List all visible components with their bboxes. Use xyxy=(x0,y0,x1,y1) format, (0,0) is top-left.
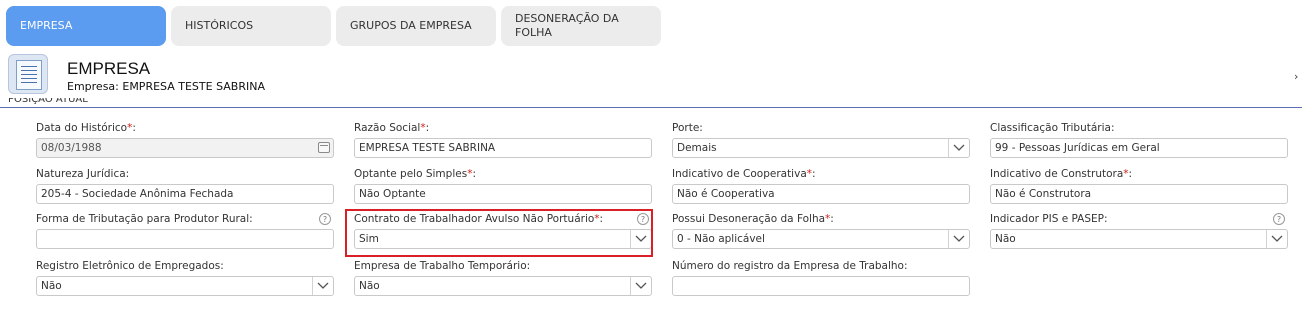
section-title: POSIÇÃO ATUAL xyxy=(8,98,88,105)
page-subtitle: Empresa: EMPRESA TESTE SABRINA xyxy=(67,80,265,93)
chevron-down-icon[interactable] xyxy=(948,139,969,157)
possui-desoneracao-select[interactable]: 0 - Não aplicável xyxy=(672,229,970,249)
tab-historicos[interactable]: HISTÓRICOS xyxy=(171,6,331,46)
field-label: Natureza Jurídica: xyxy=(36,168,130,180)
field-value: Não é Cooperativa xyxy=(677,188,775,200)
field-label: Optante pelo Simples xyxy=(354,168,468,180)
calendar-icon[interactable] xyxy=(318,142,330,153)
highlight-box xyxy=(345,209,653,257)
field-label: Registro Eletrônico de Empregados: xyxy=(36,260,224,272)
tab-label: HISTÓRICOS xyxy=(185,19,254,32)
tab-label: GRUPOS DA EMPRESA xyxy=(350,19,472,32)
field-value: 205-4 - Sociedade Anônima Fechada xyxy=(41,188,234,200)
tab-grupos-da-empresa[interactable]: GRUPOS DA EMPRESA xyxy=(336,6,496,46)
indicativo-cooperativa-input[interactable]: Não é Cooperativa xyxy=(672,184,970,204)
indicador-pis-select[interactable]: Não xyxy=(990,229,1288,249)
indicativo-construtora-input[interactable]: Não é Construtora xyxy=(990,184,1288,204)
tab-label: DESONERAÇÃO DA FOLHA xyxy=(515,12,619,39)
empresa-temporario-select[interactable]: Não xyxy=(354,276,652,296)
field-label: Indicativo de Cooperativa xyxy=(672,168,807,180)
help-icon[interactable]: ? xyxy=(1273,213,1285,225)
field-value: Não Optante xyxy=(359,188,426,200)
help-icon[interactable]: ? xyxy=(319,213,331,225)
label-colon: : xyxy=(1128,168,1133,180)
field-label: Razão Social xyxy=(354,122,421,134)
chevron-down-icon[interactable] xyxy=(948,230,969,248)
chevron-down-icon[interactable] xyxy=(630,277,651,295)
field-value: EMPRESA TESTE SABRINA xyxy=(359,142,496,154)
page-title: EMPRESA xyxy=(67,59,151,78)
chevron-down-icon[interactable] xyxy=(1266,230,1287,248)
tab-label: EMPRESA xyxy=(20,19,73,32)
field-value: 08/03/1988 xyxy=(41,142,102,154)
tab-empresa[interactable]: EMPRESA xyxy=(6,6,166,46)
classificacao-tributaria-input[interactable]: 99 - Pessoas Jurídicas em Geral xyxy=(990,138,1288,158)
field-value: Demais xyxy=(677,142,717,154)
field-value: Não é Construtora xyxy=(995,188,1092,200)
field-value: Não xyxy=(995,233,1016,245)
field-label: Forma de Tributação para Produtor Rural: xyxy=(36,213,253,225)
field-value: Não xyxy=(41,280,62,292)
document-icon xyxy=(8,54,48,94)
tab-desoneracao-da-folha[interactable]: DESONERAÇÃO DA FOLHA xyxy=(501,6,661,46)
field-label: Indicativo de Construtora xyxy=(990,168,1124,180)
numero-registro-input[interactable] xyxy=(672,276,970,296)
section-divider xyxy=(0,107,1302,108)
label-colon: : xyxy=(132,122,136,134)
field-label: Classificação Tributária: xyxy=(990,122,1115,134)
forma-tributacao-input[interactable] xyxy=(36,229,334,249)
label-colon: : xyxy=(425,122,430,134)
chevron-right-icon[interactable]: › xyxy=(1294,70,1298,83)
field-label: Número do registro da Empresa de Trabalh… xyxy=(672,260,908,272)
field-label: Empresa de Trabalho Temporário: xyxy=(354,260,531,272)
razao-social-input[interactable]: EMPRESA TESTE SABRINA xyxy=(354,138,652,158)
field-value: Não xyxy=(359,280,380,292)
data-historico-input[interactable]: 08/03/1988 xyxy=(36,138,334,158)
field-value: 0 - Não aplicável xyxy=(677,233,765,245)
field-label: Data do Histórico xyxy=(36,122,128,134)
field-label: Porte: xyxy=(672,122,703,134)
label-colon: : xyxy=(472,168,476,180)
field-label: Possui Desoneração da Folha xyxy=(672,213,826,225)
label-colon: : xyxy=(830,213,834,225)
optante-simples-input[interactable]: Não Optante xyxy=(354,184,652,204)
registro-eletronico-select[interactable]: Não xyxy=(36,276,334,296)
natureza-juridica-input[interactable]: 205-4 - Sociedade Anônima Fechada xyxy=(36,184,334,204)
field-label: Indicador PIS e PASEP: xyxy=(990,213,1108,225)
chevron-down-icon[interactable] xyxy=(312,277,333,295)
label-colon: : xyxy=(812,168,816,180)
porte-select[interactable]: Demais xyxy=(672,138,970,158)
field-value: 99 - Pessoas Jurídicas em Geral xyxy=(995,142,1160,154)
